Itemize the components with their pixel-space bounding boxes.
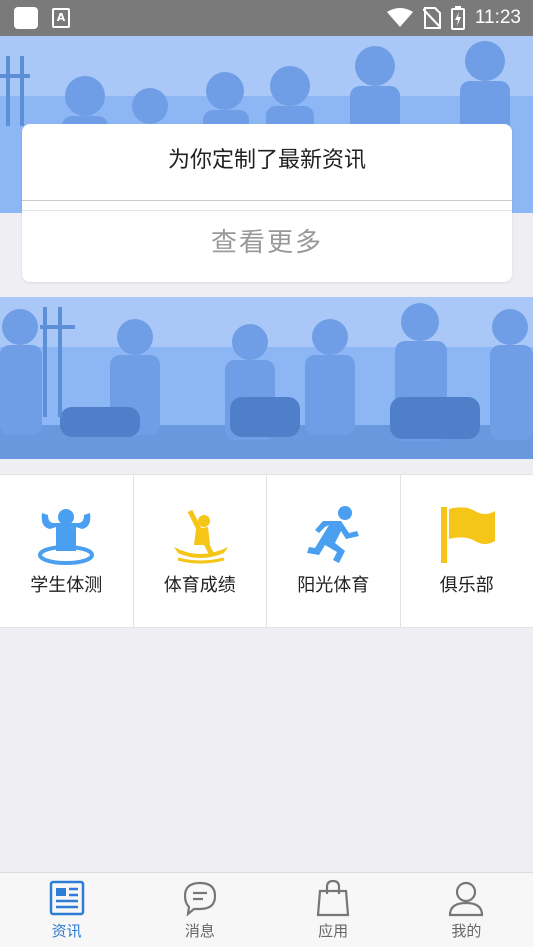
nav-item-apps[interactable]: 应用	[267, 873, 400, 947]
battery-charging-icon	[450, 6, 465, 30]
status-bar: A 11:23	[0, 0, 533, 36]
news-dialog-card: 为你定制了最新资讯 查看更多	[22, 124, 512, 282]
grid-item-label: 阳光体育	[297, 575, 370, 596]
grid-item-student-test[interactable]: 学生体测	[0, 475, 134, 627]
divider	[22, 200, 512, 201]
grid-item-label: 学生体测	[30, 575, 103, 596]
nav-item-messages[interactable]: 消息	[133, 873, 266, 947]
view-more-button[interactable]: 查看更多	[22, 212, 512, 278]
nav-label: 我的	[451, 922, 482, 940]
clock: 11:23	[474, 7, 521, 28]
shopping-bag-icon	[316, 879, 350, 917]
news-icon	[49, 880, 84, 916]
function-grid: 学生体测 体育成绩 阳光体育 俱乐部	[0, 474, 533, 628]
kayak-icon	[173, 509, 228, 564]
divider	[22, 210, 512, 211]
nav-label: 消息	[184, 922, 215, 940]
grid-item-sunshine-sports[interactable]: 阳光体育	[267, 475, 401, 627]
grid-item-label: 俱乐部	[439, 575, 494, 596]
nav-item-news[interactable]: 资讯	[0, 873, 133, 947]
grid-item-sports-score[interactable]: 体育成绩	[134, 475, 267, 627]
nav-label: 应用	[318, 922, 349, 940]
grid-item-label: 体育成绩	[163, 575, 236, 596]
nav-label: 资讯	[51, 922, 82, 940]
middle-banner-image[interactable]	[0, 297, 533, 459]
user-icon	[449, 881, 484, 917]
bottom-nav: 资讯 消息 应用 我的	[0, 872, 533, 947]
running-man-icon	[307, 506, 360, 563]
nav-item-mine[interactable]: 我的	[400, 873, 533, 947]
dialog-title: 为你定制了最新资讯	[167, 148, 366, 173]
notification-a-icon: A	[52, 8, 70, 28]
athlete-muscle-icon	[38, 509, 95, 565]
flag-icon	[440, 507, 495, 563]
notification-square-icon	[14, 7, 38, 29]
no-sim-icon	[422, 7, 441, 29]
wifi-icon	[386, 8, 413, 27]
chat-bubble-icon	[183, 881, 216, 917]
grid-item-club[interactable]: 俱乐部	[401, 475, 533, 627]
